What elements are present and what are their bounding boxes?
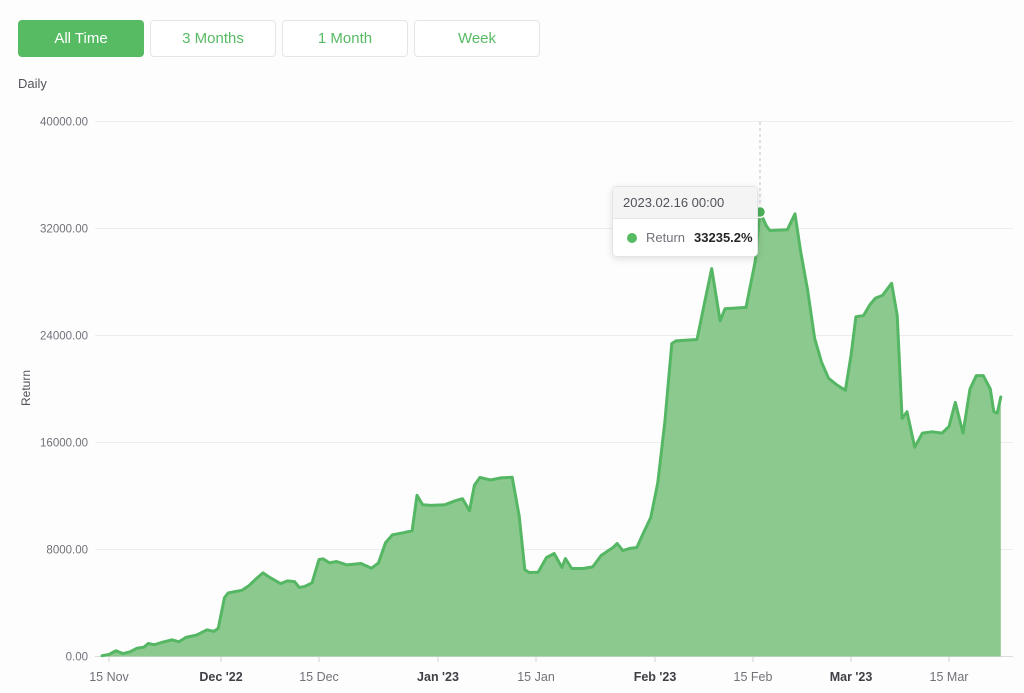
y-axis-tick-label: 8000.00	[46, 545, 88, 557]
x-axis-tick-label: 15 Feb	[734, 670, 773, 684]
y-axis-title: Return	[19, 370, 33, 406]
tooltip-series-value: 33235.2%	[694, 230, 753, 245]
x-axis-tick-label: 15 Jan	[517, 670, 555, 684]
chart-tooltip: 2023.02.16 00:00 Return 33235.2%	[612, 186, 758, 257]
y-axis-tick-label: 40000.00	[40, 117, 88, 129]
x-axis-tick-label: Feb '23	[634, 670, 677, 684]
y-axis-tick-label: 24000.00	[40, 331, 88, 343]
y-axis-tick-label: 32000.00	[40, 224, 88, 236]
tooltip-series-marker-icon	[627, 233, 637, 243]
x-axis-tick-label: Dec '22	[199, 670, 242, 684]
x-axis-tick-label: 15 Mar	[930, 670, 969, 684]
return-area-chart[interactable]: 40000.00 32000.00 24000.00 16000.00 8000.00 0…	[0, 0, 1024, 693]
y-axis-tick-label: 16000.00	[40, 438, 88, 450]
y-axis-tick-label: 0.00	[66, 652, 88, 664]
tooltip-series-label: Return	[646, 230, 685, 245]
x-axis-tick-label: 15 Nov	[89, 670, 129, 684]
tooltip-date: 2023.02.16 00:00	[613, 187, 757, 219]
x-axis-tick-label: Mar '23	[830, 670, 873, 684]
x-axis-tick-label: 15 Dec	[299, 670, 339, 684]
x-axis-tick-label: Jan '23	[417, 670, 459, 684]
